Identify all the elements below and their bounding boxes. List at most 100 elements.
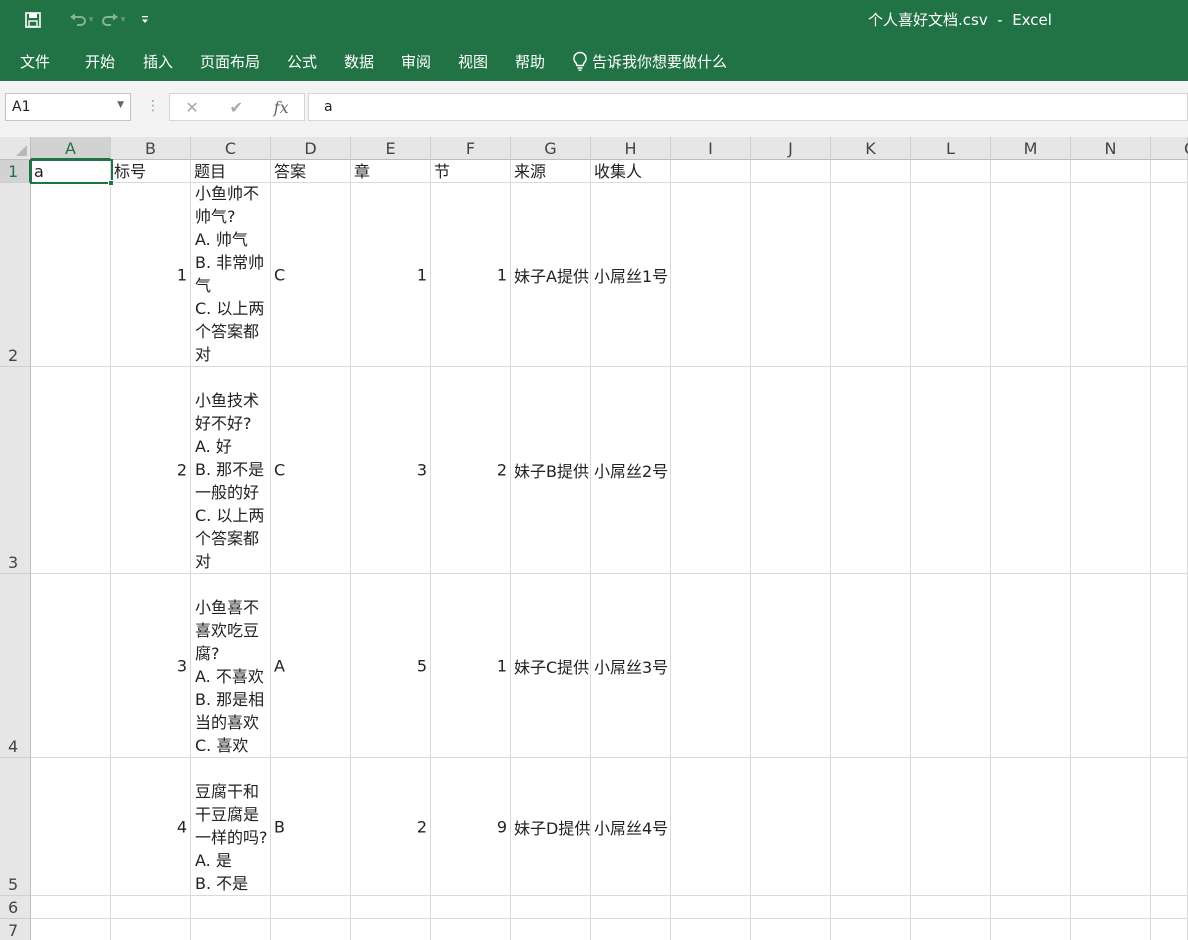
grid-cell[interactable] <box>31 574 111 758</box>
question-cell[interactable]: 豆腐干和干豆腐是一样的吗? A. 是 B. 不是 <box>191 758 271 896</box>
select-all-button[interactable] <box>0 137 31 160</box>
grid-cell[interactable] <box>751 758 831 896</box>
grid-cell[interactable] <box>991 367 1071 574</box>
grid-cell[interactable] <box>1071 919 1151 940</box>
number-cell[interactable]: 4 <box>111 758 191 896</box>
grid-cell[interactable] <box>1151 160 1188 183</box>
tab-help[interactable]: 帮助 <box>515 51 545 72</box>
grid-cell[interactable] <box>31 758 111 896</box>
grid-cell[interactable] <box>671 367 751 574</box>
grid-cell[interactable] <box>511 896 591 919</box>
grid-cell[interactable] <box>831 160 911 183</box>
tab-view[interactable]: 视图 <box>458 51 488 72</box>
grid-cell[interactable] <box>1071 896 1151 919</box>
column-header-k[interactable]: K <box>831 137 911 160</box>
grid-cell[interactable] <box>31 183 111 367</box>
grid-cell[interactable] <box>1151 367 1188 574</box>
grid-cell[interactable] <box>991 919 1071 940</box>
grid-cell[interactable] <box>671 896 751 919</box>
grid-cell[interactable] <box>1151 919 1188 940</box>
formula-input[interactable]: a <box>308 93 1188 121</box>
grid-cell[interactable] <box>751 919 831 940</box>
column-header-b[interactable]: B <box>111 137 191 160</box>
grid-cell[interactable] <box>991 574 1071 758</box>
redo-button[interactable]: ▾ <box>100 8 126 32</box>
grid-cell[interactable] <box>911 160 991 183</box>
section-cell[interactable]: 2 <box>431 367 511 574</box>
grid-cell[interactable] <box>111 896 191 919</box>
grid-cell[interactable] <box>31 919 111 940</box>
grid-cell[interactable] <box>591 896 671 919</box>
grid-cell[interactable] <box>1151 758 1188 896</box>
collector-cell[interactable]: 小屌丝3号 <box>591 574 671 758</box>
chapter-cell[interactable]: 2 <box>351 758 431 896</box>
grid-cell[interactable] <box>991 160 1071 183</box>
question-cell[interactable]: 小鱼帅不帅气? A. 帅气 B. 非常帅气 C. 以上两个答案都对 <box>191 183 271 367</box>
tab-file[interactable]: 文件 <box>20 51 50 72</box>
column-header-o[interactable]: O <box>1151 137 1188 160</box>
column-header-n[interactable]: N <box>1071 137 1151 160</box>
grid-cell[interactable] <box>191 896 271 919</box>
header-cell-col-e[interactable]: 章 <box>351 160 431 183</box>
tab-formulas[interactable]: 公式 <box>287 51 317 72</box>
grid-cell[interactable] <box>751 367 831 574</box>
column-header-h[interactable]: H <box>591 137 671 160</box>
collector-cell[interactable]: 小屌丝2号 <box>591 367 671 574</box>
grid-cell[interactable] <box>671 919 751 940</box>
enter-icon[interactable]: ✔ <box>230 98 243 117</box>
cancel-icon[interactable]: ✕ <box>185 98 198 117</box>
answer-cell[interactable]: B <box>271 758 351 896</box>
grid-cell[interactable] <box>671 574 751 758</box>
grid-cell[interactable] <box>191 919 271 940</box>
undo-dropdown-icon[interactable]: ▾ <box>89 15 94 25</box>
column-header-g[interactable]: G <box>511 137 591 160</box>
grid-cell[interactable] <box>911 758 991 896</box>
grid-cell[interactable] <box>31 896 111 919</box>
grid-cell[interactable] <box>831 758 911 896</box>
grid-cell[interactable] <box>1151 574 1188 758</box>
grid-cell[interactable] <box>1151 183 1188 367</box>
grid-cell[interactable] <box>351 919 431 940</box>
grid-cell[interactable] <box>431 896 511 919</box>
name-box[interactable]: A1 ▼ <box>5 93 131 121</box>
tab-home[interactable]: 开始 <box>85 51 115 72</box>
grid-cell[interactable] <box>111 919 191 940</box>
grid-cell[interactable] <box>1151 896 1188 919</box>
collector-cell[interactable]: 小屌丝4号 <box>591 758 671 896</box>
source-cell[interactable]: 妹子C提供 <box>511 574 591 758</box>
column-header-j[interactable]: J <box>751 137 831 160</box>
undo-button[interactable]: ▾ <box>68 8 94 32</box>
source-cell[interactable]: 妹子D提供 <box>511 758 591 896</box>
insert-function-button[interactable]: fx <box>274 98 289 117</box>
column-header-m[interactable]: M <box>991 137 1071 160</box>
grid-cell[interactable] <box>671 183 751 367</box>
grid-cell[interactable] <box>911 896 991 919</box>
fill-handle[interactable] <box>108 180 114 186</box>
grid-cell[interactable] <box>271 919 351 940</box>
grid-cell[interactable] <box>911 919 991 940</box>
grid-cell[interactable] <box>271 896 351 919</box>
row-header-6[interactable]: 6 <box>0 896 31 919</box>
grid-cell[interactable] <box>511 919 591 940</box>
grid-cell[interactable] <box>991 758 1071 896</box>
chapter-cell[interactable]: 3 <box>351 367 431 574</box>
grid-cell[interactable] <box>991 183 1071 367</box>
question-cell[interactable]: 小鱼技术好不好? A. 好 B. 那不是一般的好 C. 以上两个答案都对 <box>191 367 271 574</box>
section-cell[interactable]: 1 <box>431 574 511 758</box>
column-header-d[interactable]: D <box>271 137 351 160</box>
answer-cell[interactable]: C <box>271 183 351 367</box>
section-cell[interactable]: 1 <box>431 183 511 367</box>
number-cell[interactable]: 2 <box>111 367 191 574</box>
grid-cell[interactable] <box>751 896 831 919</box>
grid-cell[interactable] <box>671 758 751 896</box>
grid-cell[interactable] <box>1071 183 1151 367</box>
question-cell[interactable]: 小鱼喜不喜欢吃豆腐? A. 不喜欢 B. 那是相当的喜欢 C. 喜欢 <box>191 574 271 758</box>
answer-cell[interactable]: A <box>271 574 351 758</box>
grid-cell[interactable] <box>831 896 911 919</box>
grid-cell[interactable] <box>831 367 911 574</box>
column-header-a[interactable]: A <box>31 137 111 160</box>
grid-cell[interactable] <box>991 896 1071 919</box>
header-cell-col-f[interactable]: 节 <box>431 160 511 183</box>
header-cell-col-g[interactable]: 来源 <box>511 160 591 183</box>
grid-cell[interactable] <box>1071 574 1151 758</box>
